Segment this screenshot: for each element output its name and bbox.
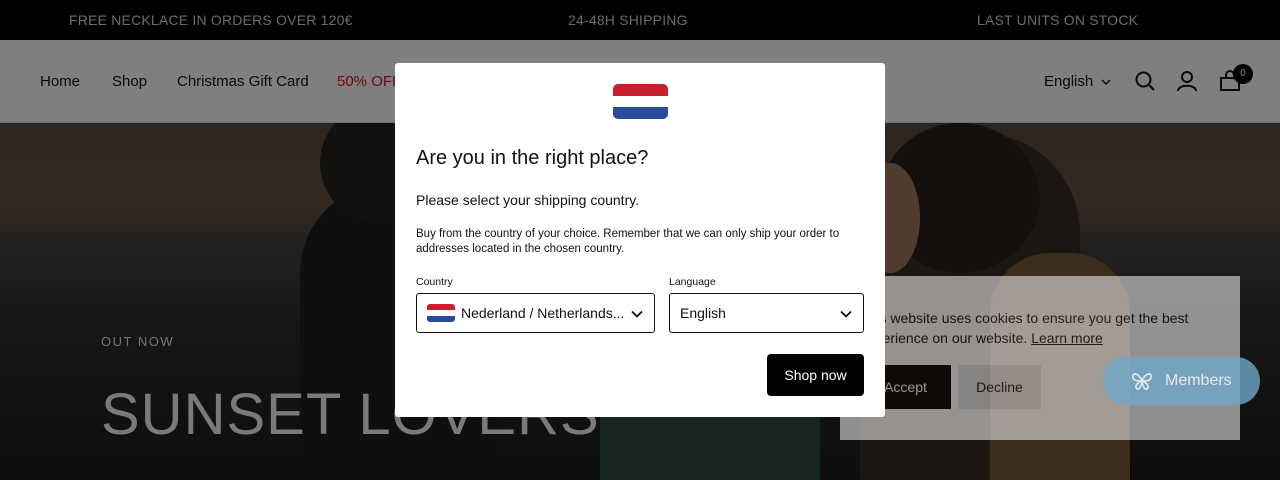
modal-title: Are you in the right place? (416, 147, 649, 169)
language-label: Language (669, 276, 716, 288)
language-select[interactable]: English (669, 293, 864, 333)
cookie-message: This website uses cookies to ensure you … (860, 310, 1189, 346)
country-select[interactable]: Nederland / Netherlands... (416, 293, 655, 333)
cookie-decline-button[interactable]: Decline (958, 365, 1041, 409)
cookie-text: This website uses cookies to ensure you … (860, 308, 1220, 348)
country-select-value: Nederland / Netherlands... (461, 305, 625, 321)
country-label: Country (416, 276, 453, 288)
language-select-value: English (680, 305, 726, 321)
country-selector-modal: Are you in the right place? Please selec… (395, 63, 885, 417)
chevron-down-icon (840, 310, 852, 318)
shop-now-button[interactable]: Shop now (767, 354, 864, 396)
netherlands-flag-icon (613, 84, 668, 119)
modal-description: Buy from the country of your choice. Rem… (416, 228, 840, 255)
members-button[interactable]: Members (1103, 357, 1260, 405)
modal-subtitle: Please select your shipping country. (416, 192, 640, 208)
butterfly-icon (1132, 373, 1152, 390)
chevron-down-icon (631, 310, 643, 318)
members-label: Members (1165, 372, 1232, 389)
cookie-learn-more-link[interactable]: Learn more (1031, 330, 1103, 346)
netherlands-flag-icon (427, 304, 455, 322)
